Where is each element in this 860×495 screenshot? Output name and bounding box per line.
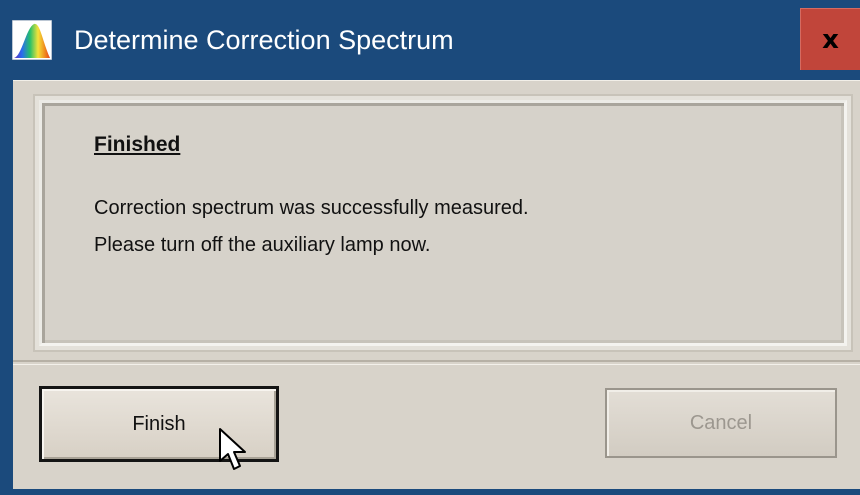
message-line-1: Correction spectrum was successfully mea…: [94, 197, 529, 219]
cancel-button[interactable]: Cancel: [605, 388, 837, 458]
message-panel: Finished Correction spectrum was success…: [39, 100, 847, 346]
window-title: Determine Correction Spectrum: [74, 25, 454, 55]
close-button[interactable]: x: [800, 8, 860, 70]
message-area: Finished Correction spectrum was success…: [13, 80, 860, 362]
mouse-pointer-icon: [219, 428, 246, 470]
cancel-button-label: Cancel: [689, 411, 753, 434]
title-bar[interactable]: Determine Correction Spectrum x: [0, 0, 860, 80]
message-line-2: Please turn off the auxiliary lamp now.: [94, 234, 431, 256]
button-bar: Finish Cancel: [13, 364, 860, 489]
message-heading: Finished: [94, 133, 181, 156]
spectrum-app-icon: [12, 20, 52, 60]
dialog-body: Finished Correction spectrum was success…: [13, 80, 860, 489]
finish-button-label: Finish: [132, 412, 186, 435]
close-icon: x: [822, 24, 839, 55]
dialog-window: Determine Correction Spectrum x Finished…: [0, 0, 860, 495]
